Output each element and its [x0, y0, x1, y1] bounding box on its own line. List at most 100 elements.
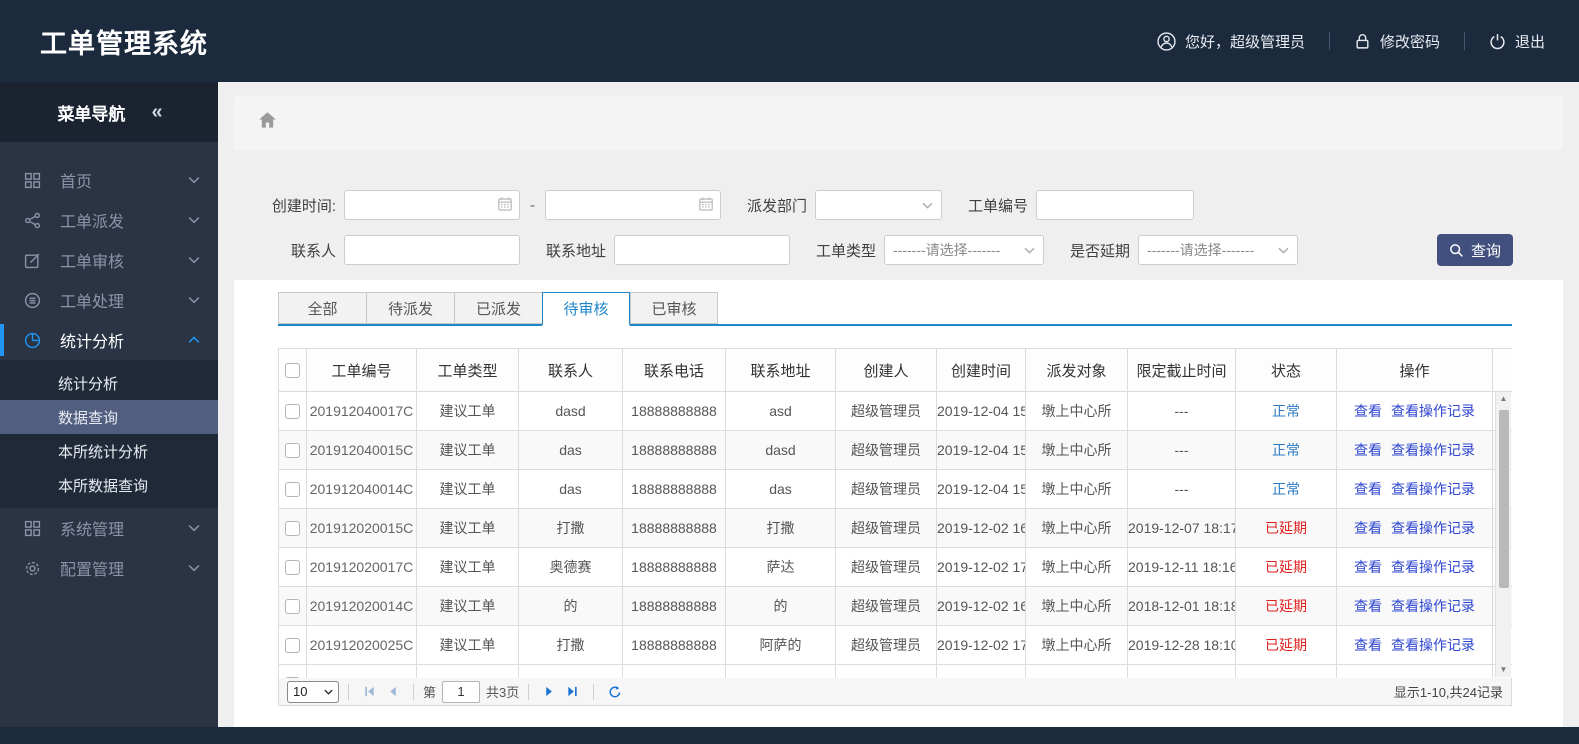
column-header[interactable]: 工单类型 — [416, 348, 519, 392]
scrollbar-thumb[interactable] — [1498, 410, 1509, 588]
order-no-input[interactable] — [1036, 190, 1195, 220]
address-cell: 打撒 — [725, 508, 836, 548]
view-link[interactable]: 查看 — [1354, 598, 1382, 614]
last-page-icon[interactable] — [566, 685, 579, 698]
current-page-input[interactable] — [442, 680, 481, 703]
scroll-up-icon[interactable]: ▲ — [1500, 392, 1508, 406]
created-to-input[interactable] — [545, 190, 721, 220]
view-link[interactable]: 查看 — [1354, 403, 1382, 419]
order-no-cell: 201912020014C — [306, 586, 417, 626]
view-log-link[interactable]: 查看操作记录 — [1391, 403, 1475, 419]
change-password-button[interactable]: 修改密码 — [1354, 31, 1440, 52]
address-cell: 的 — [725, 586, 836, 626]
view-log-link[interactable]: 查看操作记录 — [1391, 637, 1475, 653]
calendar-icon[interactable] — [497, 196, 513, 216]
tab-待派发[interactable]: 待派发 — [366, 292, 454, 324]
row-checkbox[interactable] — [285, 482, 300, 498]
creator-cell: 超级管理员 — [835, 469, 937, 509]
tab-全部[interactable]: 全部 — [278, 292, 366, 324]
row-checkbox[interactable] — [285, 443, 300, 459]
column-header[interactable]: 联系人 — [518, 348, 623, 392]
logout-button[interactable]: 退出 — [1489, 31, 1545, 52]
select-all-checkbox[interactable] — [285, 363, 300, 379]
gear-icon — [24, 560, 44, 577]
home-icon[interactable] — [258, 111, 277, 135]
submenu-item-数据查询[interactable]: 数据查询 — [0, 400, 218, 434]
sidebar-item-工单处理[interactable]: 工单处理 — [0, 280, 218, 320]
page-size-select[interactable]: 10 — [287, 680, 339, 703]
order-type-select[interactable]: -------请选择------- — [884, 235, 1045, 265]
status-cell: 已延期 — [1235, 508, 1337, 548]
column-header[interactable]: 联系电话 — [622, 348, 726, 392]
tab-已审核[interactable]: 已审核 — [630, 292, 718, 324]
row-checkbox[interactable] — [285, 404, 300, 420]
scroll-down-icon[interactable]: ▼ — [1500, 663, 1508, 677]
column-header[interactable]: 联系地址 — [725, 348, 836, 392]
sidebar-item-label: 配置管理 — [60, 562, 125, 579]
sidebar-item-配置管理[interactable]: 配置管理 — [0, 548, 218, 588]
order-type-cell: 建议工单 — [416, 469, 519, 509]
column-header[interactable]: 派发对象 — [1025, 348, 1128, 392]
column-header[interactable]: 状态 — [1235, 348, 1337, 392]
sidebar-item-工单派发[interactable]: 工单派发 — [0, 200, 218, 240]
refresh-icon[interactable] — [608, 685, 622, 699]
search-button-label: 查询 — [1470, 242, 1501, 260]
next-page-icon[interactable] — [543, 685, 556, 698]
view-link[interactable]: 查看 — [1354, 442, 1382, 458]
sidebar-item-统计分析[interactable]: 统计分析 — [0, 320, 218, 360]
dispatch-dept-select[interactable] — [815, 190, 943, 220]
creator-cell: 超级管理员 — [835, 430, 937, 470]
column-header[interactable]: 操作 — [1336, 348, 1493, 392]
view-link[interactable]: 查看 — [1354, 637, 1382, 653]
row-checkbox[interactable] — [285, 599, 300, 615]
view-link[interactable]: 查看 — [1354, 481, 1382, 497]
row-checkbox[interactable] — [285, 677, 300, 678]
contact-input[interactable] — [344, 235, 520, 265]
submenu-item-本所数据查询[interactable]: 本所数据查询 — [0, 468, 218, 502]
sidebar-item-首页[interactable]: 首页 — [0, 160, 218, 200]
tab-已派发[interactable]: 已派发 — [454, 292, 542, 324]
sidebar-item-系统管理[interactable]: 系统管理 — [0, 508, 218, 548]
sidebar-item-label: 首页 — [60, 174, 93, 191]
phone-cell: 18888888888 — [622, 430, 726, 470]
table-cell — [518, 664, 623, 678]
calendar-icon[interactable] — [698, 196, 714, 216]
column-header[interactable]: 创建人 — [835, 348, 937, 392]
contact-cell: 的 — [518, 586, 623, 626]
delay-select[interactable]: -------请选择------- — [1138, 235, 1299, 265]
column-header[interactable]: 创建时间 — [936, 348, 1026, 392]
dispatch-target-cell: 墩上中心所 — [1025, 586, 1128, 626]
row-checkbox[interactable] — [285, 638, 300, 654]
view-log-link[interactable]: 查看操作记录 — [1391, 598, 1475, 614]
creator-cell: 超级管理员 — [835, 508, 937, 548]
status-badge: 正常 — [1272, 481, 1300, 497]
collapse-sidebar-icon[interactable]: « — [151, 101, 162, 124]
tab-待审核[interactable]: 待审核 — [542, 292, 630, 326]
search-button[interactable]: 查询 — [1437, 234, 1513, 266]
column-header[interactable]: 限定截止时间 — [1127, 348, 1236, 392]
view-link[interactable]: 查看 — [1354, 520, 1382, 536]
view-link[interactable]: 查看 — [1354, 559, 1382, 575]
view-log-link[interactable]: 查看操作记录 — [1391, 520, 1475, 536]
status-badge: 已延期 — [1265, 637, 1307, 653]
sidebar-item-工单审核[interactable]: 工单审核 — [0, 240, 218, 280]
dispatch-target-cell: 墩上中心所 — [1025, 508, 1128, 548]
prev-page-icon[interactable] — [386, 685, 399, 698]
view-log-link[interactable]: 查看操作记录 — [1391, 559, 1475, 575]
status-cell: 已延期 — [1235, 625, 1337, 665]
row-checkbox[interactable] — [285, 560, 300, 576]
created-from-input[interactable] — [344, 190, 520, 220]
view-log-link[interactable]: 查看操作记录 — [1391, 481, 1475, 497]
status-cell: 正常 — [1235, 391, 1337, 431]
dispatch-dept-label: 派发部门 — [747, 197, 808, 215]
submenu-item-本所统计分析[interactable]: 本所统计分析 — [0, 434, 218, 468]
row-checkbox[interactable] — [285, 521, 300, 537]
checkbox-cell — [278, 430, 307, 470]
column-header[interactable]: 工单编号 — [306, 348, 417, 392]
address-input[interactable] — [614, 235, 791, 265]
view-log-link[interactable]: 查看操作记录 — [1391, 442, 1475, 458]
first-page-icon[interactable] — [363, 685, 376, 698]
chevron-up-icon — [188, 336, 200, 344]
table-scrollbar[interactable]: ▲ ▼ — [1495, 392, 1511, 677]
submenu-item-统计分析[interactable]: 统计分析 — [0, 366, 218, 400]
